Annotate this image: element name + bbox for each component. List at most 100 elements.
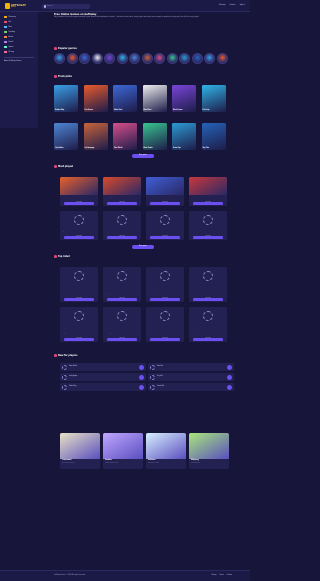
game-card[interactable]: Stitch Ninja Road Play now [146,267,184,302]
game-card[interactable]: Blossom Play now [60,267,98,302]
loading-spinner-icon [203,271,213,281]
game-card[interactable]: Ludo Monster Play now [146,211,184,240]
game-card[interactable]: Tap It Up Play now [103,267,141,302]
play-button[interactable]: Play now [193,236,223,239]
genre-circle[interactable] [154,53,165,64]
game-title: Sky Pilot [202,148,209,149]
game-thumbnail[interactable]: Pixel World [113,123,137,150]
play-button[interactable]: Play now [107,202,137,205]
game-card[interactable]: BL.ODANE Play now [189,177,227,206]
game-thumbnail[interactable]: Sky Pilot [201,123,226,150]
section-popular-genres: Popular genres [54,47,77,50]
game-card[interactable]: New Sandbox Boom Play now [103,211,141,240]
play-button[interactable]: Play now [64,338,94,341]
game-card[interactable]: Arena Dash Play now [189,267,227,302]
game-list-item[interactable]: Snake King [60,383,146,391]
footer-link-contact[interactable]: Contact [227,575,232,576]
genre-circle[interactable] [54,53,65,64]
play-arrow-icon[interactable] [139,374,144,380]
genre-circle[interactable] [204,53,215,64]
genre-circle[interactable] [179,53,190,64]
genre-circle[interactable] [66,53,78,64]
sidebar-item-puzzle[interactable]: Puzzle [4,40,13,44]
play-button[interactable]: Play now [150,298,180,301]
game-thumbnail[interactable]: Block Tycoon [172,85,196,112]
promo-card-sudoku[interactable]: Sudoku Classic number puzzle [103,433,143,469]
game-card[interactable]: Fruit Merge Play now [103,307,141,342]
site-logo[interactable]: GETSOLAY games [5,3,29,9]
play-button[interactable]: Play now [150,236,180,239]
genre-circle[interactable] [166,53,178,64]
sidebar-about-link[interactable]: About GetSolay Games [4,59,21,63]
play-button[interactable]: Play now [150,338,180,341]
footer-link-terms[interactable]: Terms [219,575,223,576]
sidebar-item-driving[interactable]: Driving [4,50,14,54]
game-thumbnail[interactable]: Block Puzzle [142,123,167,150]
sidebar-item-hot[interactable]: Hot [4,20,11,24]
play-button[interactable]: Play now [193,338,223,341]
settings-link[interactable]: Settings [219,5,226,6]
promo-card-mahjong[interactable]: Mahjong Match the tiles [189,433,229,469]
game-thumbnail[interactable]: Word Hunt [142,85,167,112]
game-thumbnail[interactable]: Fire Runner [83,85,108,112]
sidebar-item-discovery[interactable]: Discovery [4,15,16,19]
genre-circle[interactable] [91,53,103,64]
play-button[interactable]: Play now [64,236,94,239]
game-card[interactable]: Maze Drift Play now [146,307,184,342]
game-thumbnail[interactable]: Skate Rush [113,85,137,112]
game-title: Pixel World [114,148,123,149]
more-games-button[interactable]: More games [132,245,154,249]
category-icon [4,20,7,24]
sign-in-link[interactable]: Sign in [240,5,245,6]
play-button[interactable]: Play now [107,338,137,341]
play-button[interactable]: Play now [150,202,180,205]
game-list-item[interactable]: Gem Run [148,363,234,371]
genre-circle[interactable] [141,53,153,64]
game-card[interactable]: Slidery Play now [189,211,227,240]
sidebar-item-sports[interactable]: Sports [4,45,13,49]
genre-circle[interactable] [129,53,140,64]
footer-link-privacy[interactable]: Privacy [211,575,216,576]
play-button[interactable]: Play now [107,298,137,301]
game-card[interactable]: Fruit Crush Play now [146,177,184,206]
contact-link[interactable]: Contact [229,5,235,6]
game-list-item[interactable]: Tiny Golf [148,373,234,381]
game-thumbnail[interactable]: City Builder [54,123,78,150]
game-card[interactable]: Lazy Cube Play now [60,211,98,240]
play-button[interactable]: Play now [193,202,223,205]
genre-circle[interactable] [79,53,90,64]
game-thumbnail[interactable]: Pet Party [201,85,226,112]
play-arrow-icon[interactable] [227,364,232,370]
game-card[interactable]: Fire Crazy Play now [60,177,98,206]
sidebar-item-action[interactable]: Action [4,35,13,39]
play-button[interactable]: Play now [193,298,223,301]
promo-card-crossword[interactable]: Crossword Daily word challenge [60,433,100,469]
play-button[interactable]: Play now [107,236,137,239]
game-thumbnail[interactable]: Roblox Obby [54,85,78,112]
game-list-item[interactable]: Tower Battle [60,363,146,371]
play-arrow-icon[interactable] [227,374,232,380]
game-list-item[interactable]: Lemon Fall [148,383,234,391]
more-games-button[interactable]: More games [132,154,154,158]
promo-card-solitaire[interactable]: Solitaire Card game classic [146,433,186,469]
loading-spinner-icon [117,215,127,225]
game-card[interactable]: Pixel Spin Play now [189,307,227,342]
game-list-item[interactable]: Lucky Hoops [60,373,146,381]
sidebar-item-new[interactable]: New [4,25,12,29]
search-input[interactable]: Search [42,4,90,9]
game-thumbnail[interactable]: Car Rampage [83,123,108,150]
genre-circle[interactable] [191,53,203,64]
play-arrow-icon[interactable] [227,384,232,390]
genre-circle[interactable] [104,53,115,64]
genre-circle[interactable] [116,53,128,64]
play-arrow-icon[interactable] [139,364,144,370]
play-button[interactable]: Play now [64,202,94,205]
sidebar-item-label: Trending [8,31,15,33]
game-thumbnail[interactable]: Ocean Tap [172,123,196,150]
game-card[interactable]: Candy Path Play now [60,307,98,342]
game-card[interactable]: Fast Traffic Jam Play now [103,177,141,206]
sidebar-item-trending[interactable]: Trending [4,30,15,34]
genre-circle[interactable] [216,53,228,64]
play-button[interactable]: Play now [64,298,94,301]
play-arrow-icon[interactable] [139,384,144,390]
